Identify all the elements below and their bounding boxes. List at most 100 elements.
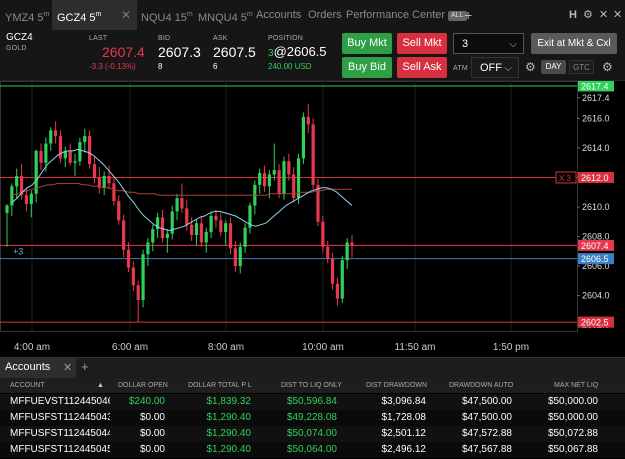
accounts-tab[interactable]: Accounts ✕ (0, 358, 76, 378)
close-tab-icon[interactable]: ✕ (121, 0, 131, 30)
candle-body (126, 249, 131, 268)
atm-dropdown[interactable]: OFF ⌵ (471, 57, 519, 78)
position-label: POSITION (268, 35, 304, 42)
buy-bid-button[interactable]: Buy Bid (342, 57, 392, 78)
price-chart[interactable]: 4:00 am 6:00 am 8:00 am 10:00 am 11:50 am 1:5… (0, 80, 625, 355)
bid-size: 8 (158, 62, 163, 71)
instrument-symbol: GCZ4 (6, 32, 33, 43)
exit-at-mkt-button[interactable]: Exit at Mkt & Cxl (531, 33, 617, 54)
tab-nqu4[interactable]: NQU4 15m (141, 0, 193, 30)
table-cell: $2,501.12 (381, 428, 427, 439)
bid-label: BID (158, 35, 171, 42)
tab-symbol: NQU4 (141, 12, 172, 24)
tab-ymz4[interactable]: YMZ4 5m (5, 0, 49, 30)
x-tick-label: 8:00 am (208, 342, 244, 353)
column-header-dist-drawdown[interactable]: DIST DRAWDOWN (366, 378, 427, 393)
tab-bar: YMZ4 5m GCZ4 5m ✕ NQU4 15m MNQU4 5m Accou… (0, 0, 625, 31)
candle-body (243, 227, 247, 247)
candle-body (107, 176, 111, 184)
table-cell: $0.00 (139, 412, 165, 423)
table-row[interactable]: MFFUSFST112445045 $0.00 $1,290.40 $50,064.0… (0, 442, 625, 458)
nav-performance-label: Performance Center (346, 9, 446, 21)
table-cell: $240.00 (128, 396, 165, 407)
bid-price: 2607.3 (158, 44, 201, 60)
nav-orders[interactable]: Orders (308, 0, 342, 30)
gear-icon[interactable]: ⚙ (602, 60, 613, 74)
price-line-label: 2612.0 (581, 173, 609, 183)
candle-body (190, 224, 194, 236)
table-cell: $50,072.88 (547, 428, 598, 439)
x-tick-label: 4:00 am (14, 342, 50, 353)
table-row[interactable]: MFFUSFST112445044 $0.00 $1,290.40 $50,074.0… (0, 426, 625, 442)
candle-body (49, 130, 53, 144)
position-tag: +3 (13, 247, 23, 257)
candle-body (267, 174, 271, 187)
quantity-dropdown[interactable]: 3 ⌵ (453, 33, 524, 54)
candle-body (272, 170, 276, 175)
column-header-dollar-open[interactable]: DOLLAR OPEN (118, 378, 168, 393)
candle-body (117, 201, 121, 221)
table-cell: MFFUEVST112445046 (10, 396, 110, 407)
tab-gcz4[interactable]: GCZ4 5m ✕ (52, 0, 137, 30)
x-tick-label: 10:00 am (302, 342, 344, 353)
candle-body (258, 173, 262, 185)
sell-ask-button[interactable]: Sell Ask (397, 57, 447, 78)
nav-accounts[interactable]: Accounts (256, 0, 301, 30)
ask-size: 6 (213, 62, 218, 71)
table-row[interactable]: MFFUSFST112445043 $0.00 $1,290.40 $49,228.0… (0, 410, 625, 426)
column-header-dollar-total-pl[interactable]: DOLLAR TOTAL P L (188, 378, 252, 393)
candle-body (146, 242, 150, 255)
table-cell: $50,074.00 (286, 428, 337, 439)
column-header-max-net-liq[interactable]: MAX NET LIQ (554, 378, 598, 393)
close-window-icon[interactable]: ✕ (599, 0, 608, 30)
column-header-drawdown-auto[interactable]: DRAWDOWN AUTO (449, 378, 513, 393)
position-pnl: 240.00 USD (268, 62, 312, 71)
candle-body (277, 170, 281, 194)
candle-body (233, 248, 237, 267)
h-icon[interactable]: H (569, 0, 577, 30)
candle-body (175, 198, 179, 212)
candle-body (5, 205, 9, 213)
gear-icon[interactable]: ⚙ (525, 60, 536, 74)
sell-mkt-button[interactable]: Sell Mkt (397, 33, 447, 54)
sort-asc-icon[interactable]: ▲ (97, 378, 104, 393)
add-tab-button[interactable]: + (464, 0, 472, 30)
candle-body (160, 217, 165, 238)
y-tick-label: 2604.0 (582, 291, 610, 301)
close-tab-icon[interactable]: ✕ (63, 361, 72, 374)
tab-interval-unit: m (186, 11, 193, 18)
table-cell: $47,500.00 (461, 396, 512, 407)
tab-interval-unit: m (95, 11, 102, 18)
quote-panel: GCZ4 GOLD LAST 2607.4 -3.3 (-0.13%) BID … (0, 30, 625, 81)
tif-day-button[interactable]: DAY (541, 60, 566, 74)
candlestick-chart[interactable]: 4:00 am 6:00 am 8:00 am 10:00 am 11:50 am 1:5… (0, 80, 625, 355)
tif-gtc-button[interactable]: GTC (569, 60, 594, 74)
tab-mnqu4[interactable]: MNQU4 5m (198, 0, 253, 30)
candle-body (44, 143, 48, 163)
add-tab-button[interactable]: + (81, 359, 89, 374)
y-tick-label: 2616.0 (582, 113, 610, 123)
candle-body (78, 142, 82, 162)
buy-mkt-button[interactable]: Buy Mkt (342, 33, 392, 54)
candle-body (228, 223, 233, 249)
candle-body (306, 116, 310, 125)
column-header-account[interactable]: ACCOUNT (10, 378, 45, 393)
table-cell: $1,839.32 (206, 396, 252, 407)
candle-body (350, 242, 354, 246)
close-window-icon[interactable]: ✕ (613, 0, 622, 30)
candle-body (238, 246, 242, 267)
candle-body (282, 161, 286, 194)
candle-body (34, 150, 38, 194)
ask-price: 2607.5 (213, 44, 256, 60)
candle-body (340, 260, 344, 299)
instrument-name: GOLD (6, 45, 27, 52)
candle-body (165, 233, 169, 238)
candle-body (24, 195, 29, 205)
gear-icon[interactable]: ⚙ (583, 0, 593, 30)
tab-symbol: MNQU4 (198, 12, 238, 24)
price-line-label: 2607.4 (581, 241, 609, 251)
column-header-dist-to-liq[interactable]: DIST TO LIQ ONLY (281, 378, 342, 393)
table-row[interactable]: MFFUEVST112445046 $240.00 $1,839.32 $50,596… (0, 394, 625, 410)
candle-body (92, 164, 97, 178)
nav-performance-center[interactable]: Performance Center ALL (346, 0, 467, 30)
